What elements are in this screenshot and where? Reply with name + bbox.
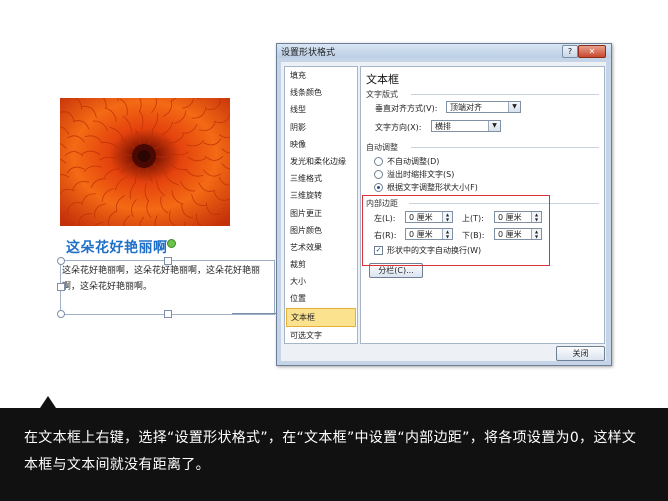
nav-item-2[interactable]: 线条颜色	[285, 84, 357, 101]
valign-label: 垂直对齐方式(V):	[375, 104, 438, 113]
layout-section-title: 文字版式	[366, 90, 398, 99]
dialog-titlebar[interactable]: 设置形状格式 ? ✕	[277, 44, 611, 58]
resize-handle-bottom-left[interactable]	[57, 310, 65, 318]
nav-item-12[interactable]: 裁剪	[285, 256, 357, 273]
resize-handle-bottom[interactable]	[164, 310, 172, 318]
valign-select[interactable]: 顶端对齐 ▼	[446, 101, 521, 113]
autofit-section-divider	[411, 147, 599, 148]
margin-highlight-box	[362, 195, 550, 266]
nav-item-9[interactable]: 图片更正	[285, 205, 357, 222]
nav-item-11[interactable]: 艺术效果	[285, 239, 357, 256]
radio-no-autofit[interactable]	[374, 157, 383, 166]
caption-text: 在文本框上右键，选择“设置形状格式”，在“文本框”中设置“内部边距”，将各项设置…	[24, 430, 637, 473]
shrink-on-overflow-label: 溢出时缩排文字(S)	[387, 170, 455, 179]
radio-resize-shape[interactable]	[374, 183, 383, 192]
nav-item-4[interactable]: 阴影	[285, 119, 357, 136]
textbox-title[interactable]: 这朵花好艳丽啊	[66, 237, 168, 257]
chevron-down-icon: ▼	[488, 121, 500, 131]
valign-value: 顶端对齐	[450, 103, 482, 112]
caption-pointer	[40, 396, 56, 408]
nav-item-15[interactable]: 文本框	[286, 307, 356, 327]
nav-item-1[interactable]: 填充	[285, 67, 357, 84]
resize-handle-left[interactable]	[57, 283, 65, 291]
textbox-body[interactable]: 这朵花好艳丽啊，这朵花好艳丽啊，这朵花好艳丽啊，这朵花好艳丽啊。	[62, 263, 272, 295]
flower-image[interactable]	[60, 98, 230, 226]
no-autofit-label: 不自动调整(D)	[387, 157, 440, 166]
textbox-to-dialog-line	[232, 313, 276, 314]
direction-select[interactable]: 横排 ▼	[431, 120, 501, 132]
nav-item-13[interactable]: 大小	[285, 273, 357, 290]
nav-item-7[interactable]: 三维格式	[285, 170, 357, 187]
nav-item-14[interactable]: 位置	[285, 290, 357, 307]
dialog-title: 设置形状格式	[281, 48, 336, 58]
autofit-section-title: 自动调整	[366, 143, 398, 152]
nav-item-6[interactable]: 发光和柔化边缘	[285, 153, 357, 170]
flower-picture	[60, 98, 230, 226]
dialog-client: 填充 线条颜色 线型 阴影 映像 发光和柔化边缘 三维格式 三维旋转 图片更正 图片颜色 艺术效果裁…	[281, 62, 606, 361]
resize-shape-label: 根据文字调整形状大小(F)	[387, 183, 478, 192]
direction-label: 文字方向(X):	[375, 123, 422, 132]
nav-item-5[interactable]: 映像	[285, 136, 357, 153]
nav-item-3[interactable]: 线型	[285, 101, 357, 118]
rotation-handle[interactable]	[167, 239, 176, 248]
format-shape-dialog: 设置形状格式 ? ✕ 填充 线条颜色 线型 阴影 映像 发光和柔化边缘 三维格式 三维旋转 图片…	[276, 43, 612, 366]
help-button[interactable]: ?	[562, 45, 578, 58]
chevron-down-icon: ▼	[508, 102, 520, 112]
resize-handle-top-left[interactable]	[57, 257, 65, 265]
radio-shrink-on-overflow[interactable]	[374, 170, 383, 179]
panel-heading: 文本框	[366, 73, 399, 86]
resize-handle-top[interactable]	[164, 257, 172, 265]
nav-item-10[interactable]: 图片颜色	[285, 222, 357, 239]
nav-item-8[interactable]: 三维旋转	[285, 187, 357, 204]
close-x-button[interactable]: ✕	[578, 45, 606, 58]
layout-section-divider	[411, 94, 599, 95]
close-button[interactable]: 关闭	[556, 346, 605, 361]
direction-value: 横排	[435, 122, 451, 131]
category-list: 填充 线条颜色 线型 阴影 映像 发光和柔化边缘 三维格式 三维旋转 图片更正 图片颜色 艺术效果裁…	[284, 66, 358, 344]
nav-item-16[interactable]: 可选文字	[285, 327, 357, 344]
